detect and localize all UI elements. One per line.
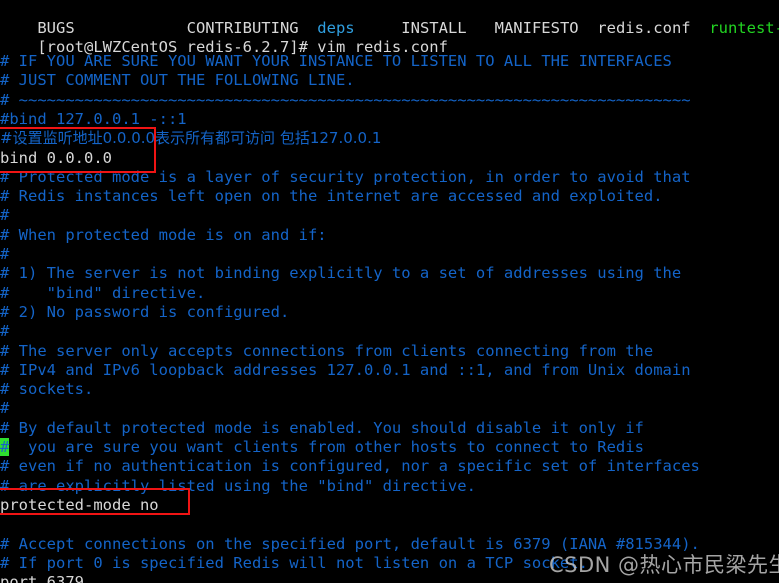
editor-line[interactable]: # Protected mode is a layer of security … [0,168,691,187]
editor-line[interactable]: # IF YOU ARE SURE YOU WANT YOUR INSTANCE… [0,52,672,71]
editor-line[interactable]: # The server only accepts connections fr… [0,342,653,361]
editor-line-text: # The server only accepts connections fr… [0,341,654,360]
editor-line[interactable]: #bind 127.0.0.1 -::1 [0,110,187,129]
ls-gap-5 [579,19,598,37]
editor-line-text: # are explicitly listed using the "bind"… [0,476,476,495]
editor-line-text: # IF YOU ARE SURE YOU WANT YOUR INSTANCE… [0,52,672,70]
editor-line-text: # even if no authentication is configure… [0,457,700,476]
editor-line[interactable]: protected-mode no [0,496,159,515]
shell-prompt-line: [root@LWZCentOS redis-6.2.7]# vim redis.… [0,19,448,56]
editor-line-text: #设置监听地址0.0.0.0表示所有都可访问 包括127.0.0.1 [0,129,382,148]
terminal-window: BUGS CONTRIBUTING deps INSTALL MANIFESTO… [0,0,779,583]
editor-line[interactable]: # IPv4 and IPv6 loopback addresses 127.0… [0,361,691,380]
editor-line-text: # ~~~~~~~~~~~~~~~~~~~~~~~~~~~~~~~~~~~~~~… [0,90,691,109]
ls-gap-4 [467,19,495,37]
editor-line-text: bind 0.0.0.0 [0,148,112,167]
editor-line[interactable]: # you are sure you want clients from oth… [0,438,644,457]
editor-line-text: # Protected mode is a layer of security … [0,167,691,186]
editor-line-text: # IPv4 and IPv6 loopback addresses 127.0… [0,360,691,379]
editor-line[interactable]: # [0,399,9,418]
editor-line-text: #bind 127.0.0.1 -::1 [0,109,187,128]
editor-line[interactable]: # 2) No password is configured. [0,303,289,322]
editor-line-text: # "bind" directive. [0,283,206,302]
editor-line[interactable]: # even if no authentication is configure… [0,457,700,476]
editor-line-text: # 1) The server is not binding explicitl… [0,264,682,283]
editor-line[interactable]: # Redis instances left open on the inter… [0,187,663,206]
editor-line-text: # [0,322,10,341]
editor-line-text: # JUST COMMENT OUT THE FOLLOWING LINE. [0,71,355,90]
editor-line[interactable]: # sockets. [0,380,93,399]
editor-line[interactable]: port 6379 [0,573,84,583]
editor-line-text: you are sure you want clients from other… [9,438,644,456]
editor-line[interactable]: # JUST COMMENT OUT THE FOLLOWING LINE. [0,71,355,90]
editor-line[interactable]: # When protected mode is on and if: [0,226,327,245]
editor-line-text: protected-mode no [0,495,159,514]
ls-entry-redisconf: redis.conf [597,19,691,38]
editor-line[interactable]: # [0,245,9,264]
editor-line[interactable]: # By default protected mode is enabled. … [0,419,644,438]
editor-line[interactable]: # [0,322,9,341]
vim-cursor: # [0,438,10,456]
editor-line[interactable]: # [0,206,9,225]
editor-line-text: # If port 0 is specified Redis will not … [0,553,588,572]
editor-line-text: # 2) No password is configured. [0,302,290,321]
ls-entry-manifesto: MANIFESTO [494,19,579,38]
editor-line-text: # sockets. [0,380,94,399]
editor-line-text: # [0,206,10,225]
editor-line-text: # [0,245,10,263]
editor-line-text: port 6379 [0,573,84,583]
editor-line-text: # By default protected mode is enabled. … [0,418,644,437]
editor-line[interactable]: # are explicitly listed using the "bind"… [0,477,476,496]
csdn-watermark: CSDN @热心市民梁先生 [549,553,779,577]
editor-line[interactable]: # If port 0 is specified Redis will not … [0,554,588,573]
editor-line-text: # [0,399,10,418]
ls-gap-6 [691,19,710,37]
editor-line-text: # When protected mode is on and if: [0,225,327,244]
editor-line[interactable]: # "bind" directive. [0,284,205,303]
editor-line[interactable]: # ~~~~~~~~~~~~~~~~~~~~~~~~~~~~~~~~~~~~~~… [0,91,691,110]
ls-entry-runtest-cluster: runtest-cluste [709,19,779,38]
editor-line[interactable]: bind 0.0.0.0 [0,149,112,168]
editor-line[interactable]: #设置监听地址0.0.0.0表示所有都可访问 包括127.0.0.1 [0,129,381,148]
editor-line[interactable]: # 1) The server is not binding explicitl… [0,264,681,283]
ls-output-row: BUGS CONTRIBUTING deps INSTALL MANIFESTO… [0,0,779,37]
editor-line-text: # Redis instances left open on the inter… [0,187,663,206]
